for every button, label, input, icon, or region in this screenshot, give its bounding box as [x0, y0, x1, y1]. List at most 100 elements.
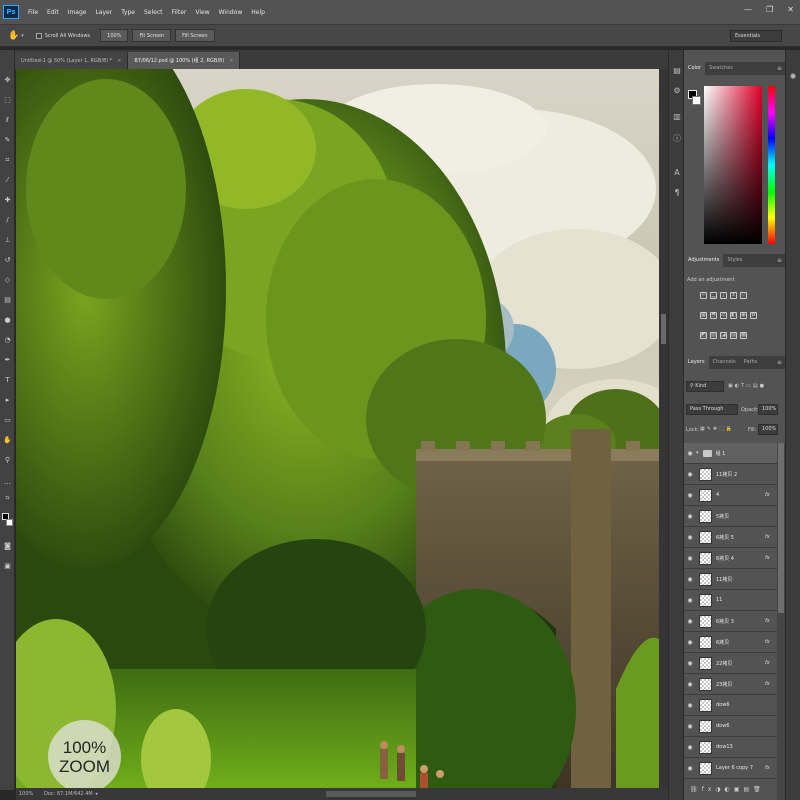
visibility-eye-icon[interactable]: ◉ [684, 765, 696, 772]
tab-color[interactable]: Color [684, 62, 706, 75]
checkbox-box[interactable] [35, 32, 42, 39]
screen-mode-icon[interactable]: ▣ [3, 562, 12, 571]
visibility-eye-icon[interactable]: ◉ [684, 555, 696, 562]
history-brush-tool-icon[interactable]: ↺ [3, 256, 12, 265]
eraser-tool-icon[interactable]: ◇ [3, 276, 12, 285]
delete-layer-icon[interactable]: 🗑 [753, 786, 765, 793]
layer-fx-badge[interactable]: fx [765, 555, 777, 561]
blur-tool-icon[interactable]: ● [3, 316, 12, 325]
threshold-icon[interactable]: ◪ [720, 332, 727, 339]
eyedropper-tool-icon[interactable]: ⁄ [3, 176, 12, 185]
layer-row[interactable]: ◉ 11拷贝 [684, 569, 777, 590]
color-picker-field[interactable] [704, 86, 762, 244]
marquee-tool-icon[interactable]: ⬚ [3, 96, 12, 105]
crop-tool-icon[interactable]: ⌗ [3, 156, 12, 165]
visibility-eye-icon[interactable]: ◉ [684, 450, 696, 457]
canvas-vertical-scrollbar[interactable] [659, 69, 668, 788]
visibility-eye-icon[interactable]: ◉ [684, 702, 696, 709]
scroll-all-windows-checkbox[interactable]: Scroll All Windows [35, 32, 90, 39]
tab-close-icon[interactable]: × [229, 58, 233, 64]
paragraph-icon[interactable]: ¶ [672, 188, 682, 198]
menu-file[interactable]: File [28, 9, 38, 16]
fill-screen-button[interactable]: Fill Screen [175, 29, 215, 42]
selective-color-icon[interactable]: ▨ [730, 332, 737, 339]
tab-active-document[interactable]: B7/06/12.psd @ 100% (组 2, RGB/8) × [128, 52, 241, 69]
layer-row[interactable]: ◉ dow13 [684, 737, 777, 758]
layer-row[interactable]: ◉ 6拷贝 5 fx [684, 527, 777, 548]
layer-row-group[interactable]: ◉ ▾ 组 1 [684, 443, 777, 464]
menu-type[interactable]: Type [121, 9, 135, 16]
tab-close-icon[interactable]: × [117, 58, 121, 64]
adjust-panel-icon[interactable]: ✺ [788, 72, 798, 82]
layers-scrollbar[interactable] [777, 443, 785, 800]
menu-layer[interactable]: Layer [95, 9, 112, 16]
black-white-icon[interactable]: ◧ [730, 312, 737, 319]
menu-edit[interactable]: Edit [47, 9, 59, 16]
menu-filter[interactable]: Filter [172, 9, 187, 16]
visibility-eye-icon[interactable]: ◉ [684, 660, 696, 667]
tab-adjustments[interactable]: Adjustments [684, 254, 724, 267]
swap-colors-icon[interactable]: ⇆ [3, 494, 12, 503]
brightness-contrast-icon[interactable]: ☼ [700, 292, 707, 299]
layer-row[interactable]: ◉ 6拷贝 fx [684, 632, 777, 653]
layer-row[interactable]: ◉ dow6 [684, 695, 777, 716]
exposure-icon[interactable]: ± [730, 292, 737, 299]
layer-filter-kind-select[interactable]: ⚲ Kind [686, 381, 724, 392]
layer-row[interactable]: ◉ 11拷贝 2 [684, 464, 777, 485]
add-mask-icon[interactable]: ◑ [715, 786, 724, 793]
vibrance-icon[interactable]: ▦ [700, 312, 707, 319]
libraries-icon[interactable]: ▥ [672, 112, 682, 122]
tab-swatches[interactable]: Swatches [705, 62, 737, 75]
posterize-icon[interactable]: ▧ [710, 332, 717, 339]
menu-view[interactable]: View [195, 9, 209, 16]
layer-row[interactable]: ◉ 6拷贝 3 fx [684, 611, 777, 632]
fill-field[interactable]: 100% [758, 424, 778, 435]
visibility-eye-icon[interactable]: ◉ [684, 576, 696, 583]
layer-filter-icons[interactable]: ▣◐T▭▤● [728, 383, 766, 389]
history-icon[interactable]: ▤ [672, 66, 682, 76]
visibility-eye-icon[interactable]: ◉ [684, 723, 696, 730]
status-zoom-field[interactable]: 100% [16, 791, 38, 797]
dodge-tool-icon[interactable]: ◔ [3, 336, 12, 345]
layer-row[interactable]: ◉ 6拷贝 4 fx [684, 548, 777, 569]
visibility-eye-icon[interactable]: ◉ [684, 597, 696, 604]
layer-fx-badge[interactable]: fx [765, 681, 777, 687]
close-button[interactable]: ✕ [787, 5, 794, 14]
panel-menu-icon[interactable]: ≡ [777, 356, 782, 369]
blend-mode-select[interactable]: Pass Through [686, 404, 738, 415]
hue-saturation-icon[interactable]: ◓ [710, 312, 717, 319]
canvas-horizontal-scrollbar[interactable] [326, 791, 416, 797]
lock-icons[interactable]: ▦✎✥⬚🔒 [700, 426, 734, 432]
tab-styles[interactable]: Styles [723, 254, 746, 267]
color-panel-background-swatch[interactable] [692, 96, 701, 105]
visibility-eye-icon[interactable]: ◉ [684, 618, 696, 625]
brush-tool-icon[interactable]: ∕ [3, 216, 12, 225]
add-style-icon[interactable]: fx [702, 786, 716, 793]
layer-fx-badge[interactable]: fx [765, 534, 777, 540]
tab-paths[interactable]: Paths [740, 356, 762, 369]
scrollbar-thumb[interactable] [778, 443, 784, 613]
document-canvas[interactable]: 100% ZOOM [16, 69, 659, 788]
visibility-eye-icon[interactable]: ◉ [684, 534, 696, 541]
gradient-map-icon[interactable]: ▽ [740, 292, 747, 299]
healing-tool-icon[interactable]: ✚ [3, 196, 12, 205]
channel-mixer-icon[interactable]: ✿ [750, 312, 757, 319]
layer-row[interactable]: ◉ Layer 6 copy 7 fx [684, 758, 777, 779]
status-menu-chevron-icon[interactable]: ▸ [96, 791, 99, 797]
new-layer-icon[interactable]: ▤ [743, 786, 753, 793]
invert-icon[interactable]: ◩ [700, 332, 707, 339]
disclosure-chevron-icon[interactable]: ▾ [696, 450, 699, 456]
layer-row[interactable]: ◉ 4 fx [684, 485, 777, 506]
menu-window[interactable]: Window [219, 9, 243, 16]
layer-row[interactable]: ◉ dow6 [684, 716, 777, 737]
zoom-100-button[interactable]: 100% [100, 29, 129, 42]
type-tool-icon[interactable]: T [3, 376, 12, 385]
color-lookup-icon[interactable]: ▩ [740, 332, 747, 339]
workspace-select[interactable]: Essentials [730, 30, 782, 42]
visibility-eye-icon[interactable]: ◉ [684, 639, 696, 646]
visibility-eye-icon[interactable]: ◉ [684, 513, 696, 520]
visibility-eye-icon[interactable]: ◉ [684, 681, 696, 688]
fit-screen-button[interactable]: Fit Screen [132, 29, 172, 42]
opacity-field[interactable]: 100% [758, 404, 778, 415]
visibility-eye-icon[interactable]: ◉ [684, 471, 696, 478]
